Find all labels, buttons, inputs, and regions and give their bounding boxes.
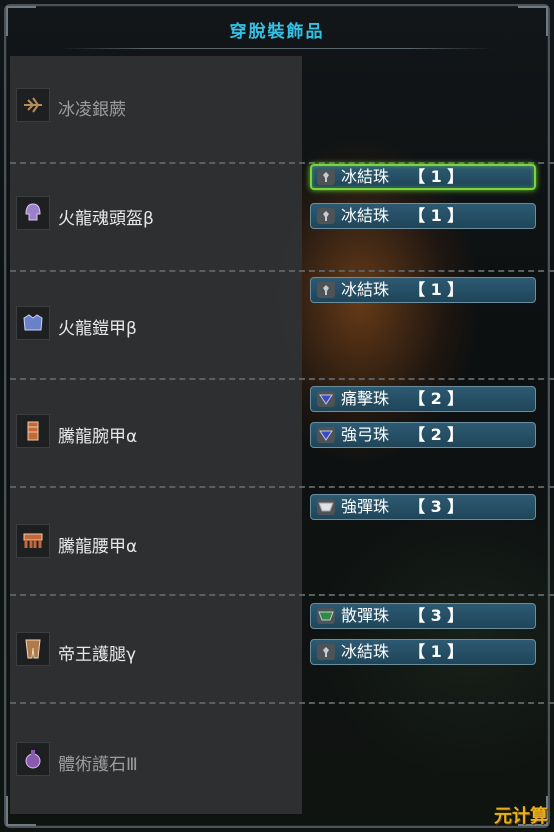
decoration-slot-arms-2[interactable]: 強弓珠 【 2 】 (310, 422, 536, 448)
title-bar: 穿脫裝飾品 (0, 14, 554, 50)
decoration-name: 強弓珠 (341, 425, 390, 444)
armor-name: 火龍魂頭盔β (58, 209, 154, 229)
jewel-lv3-icon (317, 499, 335, 515)
title-divider (60, 48, 494, 49)
jewel-lv2-icon (317, 427, 335, 443)
decoration-name: 強彈珠 (341, 497, 390, 516)
armor-row-head[interactable]: 火龍魂頭盔β (10, 162, 554, 272)
slot-level: 【 2 】 (409, 389, 464, 408)
page-title: 穿脫裝飾品 (229, 22, 325, 42)
jewel-lv1-icon (317, 644, 335, 660)
slot-level: 【 2 】 (409, 425, 464, 444)
gauntlet-icon (16, 414, 50, 448)
decoration-name: 痛擊珠 (341, 389, 390, 408)
jewel-lv1-icon (317, 169, 335, 185)
armor-name: 騰龍腕甲α (58, 427, 138, 447)
armor-name: 冰凌銀蕨 (58, 100, 126, 120)
waist-armor-icon (16, 524, 50, 558)
armor-row-chest[interactable]: 火龍鎧甲β (10, 270, 554, 380)
helmet-icon (16, 196, 50, 230)
slot-level: 【 3 】 (409, 606, 464, 625)
slot-level: 【 3 】 (409, 497, 464, 516)
charm-icon (16, 742, 50, 776)
slot-level: 【 1 】 (409, 167, 464, 186)
slot-level: 【 1 】 (409, 642, 464, 661)
leg-armor-icon (16, 632, 50, 666)
armor-name: 帝王護腿γ (58, 645, 137, 665)
decoration-name: 冰結珠 (341, 280, 390, 299)
armor-name: 火龍鎧甲β (58, 319, 137, 339)
charm-weapon-icon (16, 88, 50, 122)
armor-name: 騰龍腰甲α (58, 537, 138, 557)
decoration-name: 散彈珠 (341, 606, 390, 625)
decoration-name: 冰結珠 (341, 167, 390, 186)
armor-row-waist[interactable]: 騰龍腰甲α (10, 486, 554, 596)
decoration-name: 冰結珠 (341, 206, 390, 225)
armor-name: 體術護石Ⅲ (58, 755, 138, 775)
decoration-slot-waist-1[interactable]: 強彈珠 【 3 】 (310, 494, 536, 520)
jewel-lv1-icon (317, 208, 335, 224)
jewel-lv2-icon (317, 391, 335, 407)
decoration-slot-head-2[interactable]: 冰結珠 【 1 】 (310, 203, 536, 229)
decoration-slot-legs-1[interactable]: 散彈珠 【 3 】 (310, 603, 536, 629)
armor-row-legs[interactable]: 帝王護腿γ (10, 594, 554, 704)
armor-row-charm[interactable]: 體術護石Ⅲ (10, 702, 302, 810)
armor-row-arms[interactable]: 騰龍腕甲α (10, 378, 554, 488)
slot-level: 【 1 】 (409, 206, 464, 225)
decoration-slot-head-1[interactable]: 冰結珠 【 1 】 (310, 164, 536, 190)
decoration-slot-chest-1[interactable]: 冰結珠 【 1 】 (310, 277, 536, 303)
decoration-slot-legs-2[interactable]: 冰結珠 【 1 】 (310, 639, 536, 665)
decoration-name: 冰結珠 (341, 642, 390, 661)
decoration-slot-arms-1[interactable]: 痛擊珠 【 2 】 (310, 386, 536, 412)
watermark-logo: 元计算 (494, 806, 548, 827)
armor-row-weapon[interactable]: 冰凌銀蕨 (10, 54, 554, 164)
slot-level: 【 1 】 (409, 280, 464, 299)
jewel-lv3-icon (317, 608, 335, 624)
jewel-lv1-icon (317, 282, 335, 298)
chest-armor-icon (16, 306, 50, 340)
